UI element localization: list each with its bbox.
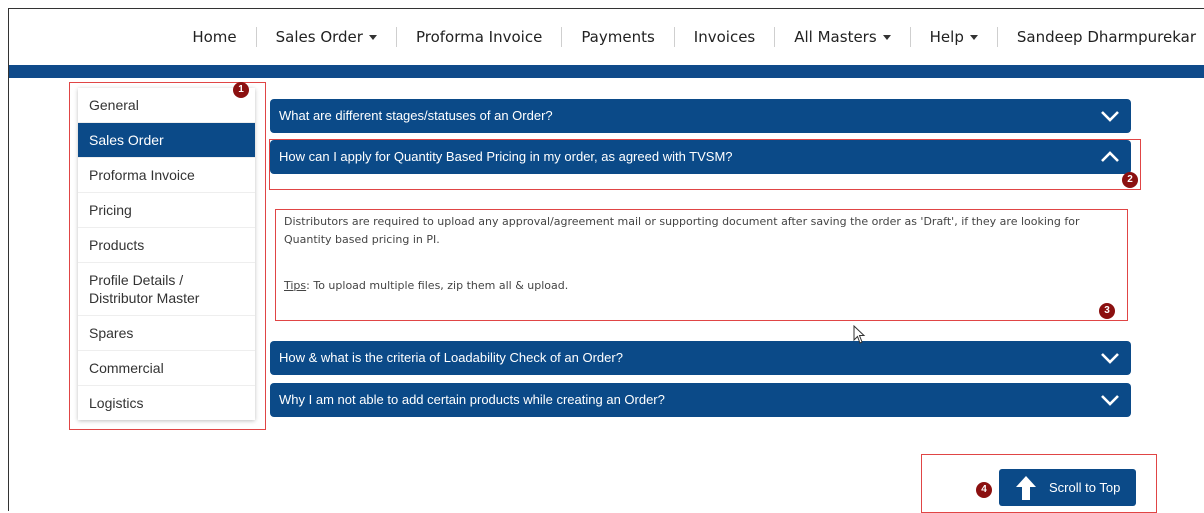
top-navbar: Home Sales Order Proforma Invoice Paymen… bbox=[9, 9, 1204, 65]
nav-home[interactable]: Home bbox=[173, 27, 257, 47]
annotation-badge: 3 bbox=[1099, 303, 1115, 319]
faq-question-order-stages[interactable]: What are different stages/statuses of an… bbox=[270, 99, 1131, 133]
scroll-to-top-label: Scroll to Top bbox=[1049, 480, 1121, 495]
annotation-badge: 2 bbox=[1122, 172, 1138, 188]
nav-invoices[interactable]: Invoices bbox=[675, 27, 776, 47]
nav-user-name[interactable]: Sandeep Dharmpurekar bbox=[998, 27, 1204, 47]
nav-all-masters[interactable]: All Masters bbox=[775, 27, 911, 47]
scroll-to-top-button[interactable]: Scroll to Top bbox=[999, 469, 1136, 506]
faq-question-label: How & what is the criteria of Loadabilit… bbox=[279, 350, 623, 365]
annotation-badge: 1 bbox=[233, 82, 249, 98]
nav-proforma-invoice[interactable]: Proforma Invoice bbox=[397, 27, 563, 47]
chevron-down-icon bbox=[1101, 395, 1119, 406]
arrow-up-icon bbox=[1016, 476, 1036, 500]
chevron-down-icon bbox=[1101, 353, 1119, 364]
annotation-box-answer bbox=[275, 209, 1128, 321]
nav-sales-order[interactable]: Sales Order bbox=[257, 27, 397, 47]
annotation-box-question bbox=[269, 139, 1141, 190]
nav-menu: Home Sales Order Proforma Invoice Paymen… bbox=[173, 9, 1204, 65]
mouse-cursor-icon bbox=[853, 325, 866, 344]
caret-down-icon bbox=[368, 35, 377, 40]
header-bar bbox=[9, 65, 1204, 78]
caret-down-icon bbox=[969, 35, 978, 40]
faq-question-loadability[interactable]: How & what is the criteria of Loadabilit… bbox=[270, 341, 1131, 375]
nav-help[interactable]: Help bbox=[911, 27, 998, 47]
faq-question-label: Why I am not able to add certain product… bbox=[279, 392, 665, 407]
faq-question-label: What are different stages/statuses of an… bbox=[279, 108, 553, 123]
annotation-badge: 4 bbox=[976, 482, 992, 498]
caret-down-icon bbox=[882, 35, 891, 40]
chevron-down-icon bbox=[1101, 111, 1119, 122]
nav-payments[interactable]: Payments bbox=[562, 27, 675, 47]
annotation-box-sidebar bbox=[69, 82, 266, 430]
faq-question-add-products[interactable]: Why I am not able to add certain product… bbox=[270, 383, 1131, 417]
